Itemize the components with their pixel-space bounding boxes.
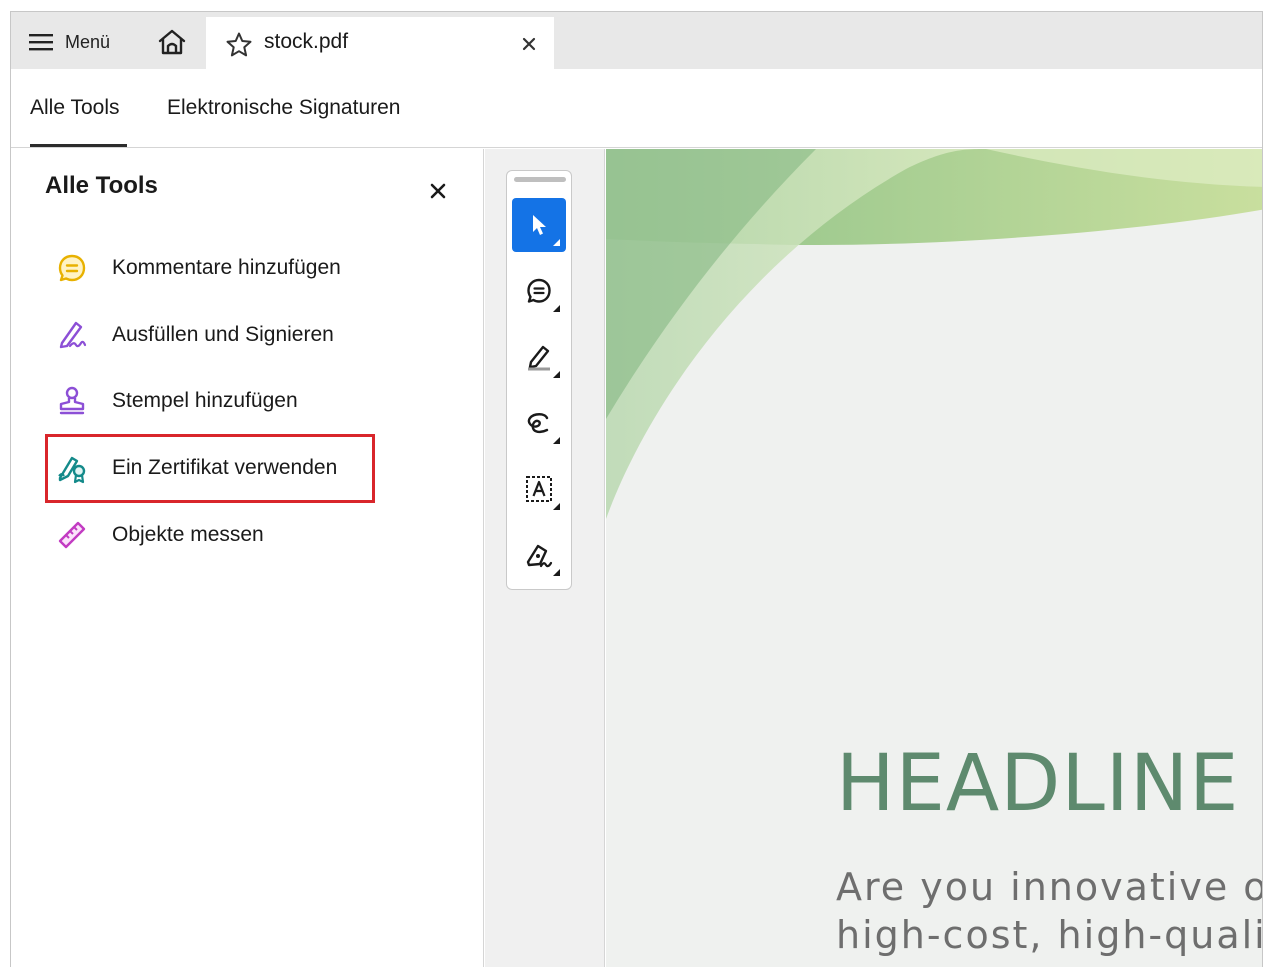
freeform-icon (527, 413, 549, 434)
highlighter-icon (528, 345, 550, 371)
tool-label: Ausfüllen und Signieren (112, 323, 334, 346)
ruler-icon (55, 518, 89, 552)
quick-tools-toolbar (506, 170, 572, 590)
document-tab-title: stock.pdf (264, 30, 349, 53)
tab-bar: Menü stock.pdf (11, 12, 1262, 69)
text-tool-button[interactable] (512, 462, 566, 516)
comment-icon (55, 251, 89, 285)
home-icon (158, 29, 186, 55)
cursor-icon (533, 215, 546, 235)
menu-button[interactable]: Menü (29, 28, 110, 56)
panel-title: Alle Tools (45, 172, 158, 199)
pen-sign-icon (526, 544, 553, 568)
home-button[interactable] (156, 26, 188, 58)
document-tab[interactable]: stock.pdf (206, 17, 554, 69)
app-window: Menü stock.pdf Alle Tools Elektronische … (10, 11, 1263, 967)
comment-icon (527, 278, 551, 303)
tool-objekte-messen[interactable]: Objekte messen (55, 515, 264, 555)
stamp-icon (55, 384, 89, 418)
menu-label: Menü (65, 31, 111, 52)
expand-indicator (553, 305, 560, 312)
expand-indicator (553, 239, 560, 246)
document-body-line: high-cost, high-qualit (836, 913, 1263, 957)
select-tool-button[interactable] (512, 198, 566, 252)
close-tab-icon[interactable] (518, 33, 540, 55)
comment-tool-button[interactable] (512, 264, 566, 318)
expand-indicator (553, 437, 560, 444)
all-tools-panel: Alle Tools Kommentare hinzufügen Ausfüll… (11, 149, 484, 967)
highlight-tool-button[interactable] (512, 330, 566, 384)
tab-elektronische-signaturen[interactable]: Elektronische Signaturen (167, 96, 400, 120)
tool-ein-zertifikat-verwenden[interactable]: Ein Zertifikat verwenden (55, 448, 337, 488)
fill-sign-icon (55, 318, 89, 352)
active-tab-indicator (30, 144, 127, 147)
drag-handle[interactable] (514, 177, 566, 182)
expand-indicator (553, 371, 560, 378)
document-decoration (606, 149, 1262, 519)
star-icon[interactable] (225, 31, 253, 59)
tool-label: Objekte messen (112, 523, 264, 546)
tool-kommentare-hinzufuegen[interactable]: Kommentare hinzufügen (55, 248, 341, 288)
subtab-bar: Alle Tools Elektronische Signaturen (11, 69, 1262, 148)
text-box-icon (526, 476, 552, 502)
tool-label: Stempel hinzufügen (112, 389, 298, 412)
certificate-icon (55, 451, 89, 485)
sign-tool-button[interactable] (512, 528, 566, 582)
tool-label: Kommentare hinzufügen (112, 256, 341, 279)
hamburger-icon (29, 34, 53, 51)
quick-tools-area (485, 149, 605, 967)
tool-label: Ein Zertifikat verwenden (112, 456, 338, 479)
tab-alle-tools[interactable]: Alle Tools (30, 96, 120, 120)
document-view[interactable]: HEADLINE Are you innovative or high-cost… (606, 149, 1263, 967)
draw-tool-button[interactable] (512, 396, 566, 450)
tool-stempel-hinzufuegen[interactable]: Stempel hinzufügen (55, 381, 298, 421)
expand-indicator (553, 569, 560, 576)
document-headline: HEADLINE (836, 739, 1240, 829)
document-body-line: Are you innovative or (836, 865, 1263, 909)
tool-ausfuellen-und-signieren[interactable]: Ausfüllen und Signieren (55, 315, 334, 355)
close-panel-icon[interactable] (427, 180, 449, 202)
expand-indicator (553, 503, 560, 510)
